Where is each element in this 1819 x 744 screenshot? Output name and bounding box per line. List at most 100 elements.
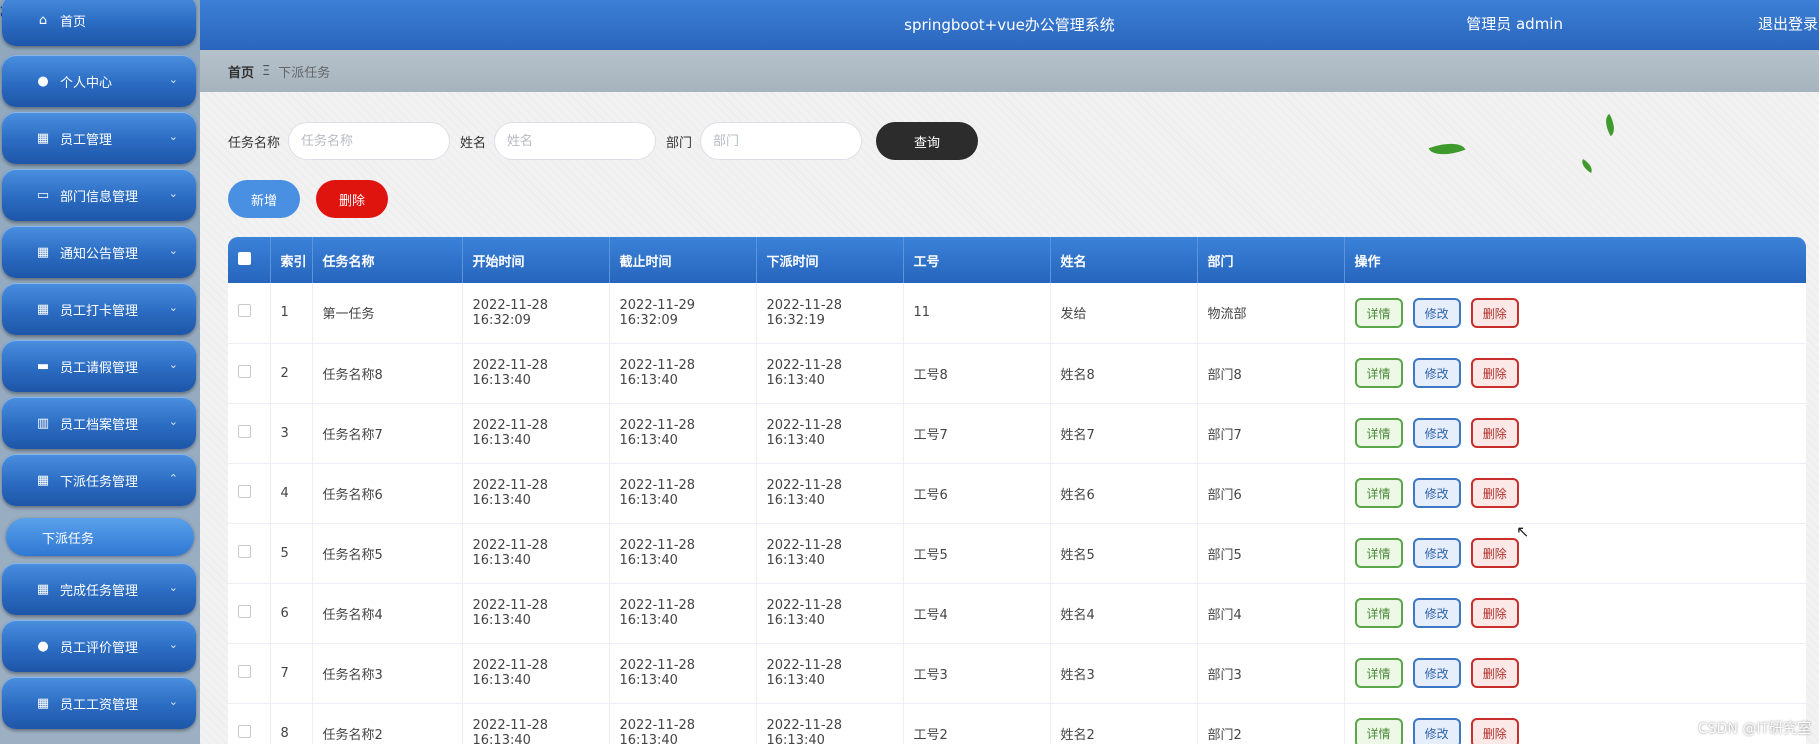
detail-button[interactable]: 详情 [1354, 718, 1403, 744]
row-checkbox[interactable] [238, 664, 251, 678]
sidebar: 亭 ⌂ 首页 ● 个人中心 ⌄ ▦ 员工管理 ⌄ ▭ 部门信息管理 ⌄ ▦ 通知… [0, 0, 200, 744]
delete-button[interactable]: 删除 [1470, 538, 1519, 568]
sidebar-item-label: 个人中心 [60, 75, 113, 91]
sidebar-item-personal-center[interactable]: ● 个人中心 ⌄ [2, 55, 196, 107]
chevron-down-icon: ⌄ [168, 581, 178, 594]
row-select-cell[interactable] [228, 703, 271, 744]
sidebar-item-notice[interactable]: ▦ 通知公告管理 ⌄ [2, 226, 196, 278]
dept-input[interactable] [700, 122, 863, 160]
top-header: springboot+vue办公管理系统 管理员 admin 退出登录 [200, 0, 1819, 50]
sidebar-item-label: 首页 [60, 14, 87, 30]
column-header: 操作 [1344, 237, 1806, 283]
detail-button[interactable]: 详情 [1354, 658, 1403, 688]
operation-cell: 详情 修改 删除 [1344, 403, 1806, 463]
sidebar-item-clock-in[interactable]: ▦ 员工打卡管理 ⌄ [2, 283, 196, 335]
row-select-cell[interactable] [228, 643, 271, 703]
chevron-down-icon: ⌄ [168, 415, 178, 428]
edit-button[interactable]: 修改 [1412, 297, 1461, 328]
row-checkbox[interactable] [238, 604, 251, 618]
edit-button[interactable]: 修改 [1412, 478, 1461, 508]
detail-button[interactable]: 详情 [1354, 478, 1403, 508]
select-all-cell[interactable] [228, 237, 271, 283]
cell-name: 姓名2 [1050, 703, 1198, 744]
row-select-cell[interactable] [228, 463, 271, 523]
delete-button[interactable]: 删除 [1470, 297, 1519, 328]
select-all-checkbox[interactable] [238, 251, 251, 265]
sidebar-item-home[interactable]: ⌂ 首页 [2, 0, 196, 46]
grid-icon: ▦ [36, 130, 50, 146]
sidebar-item-label: 下派任务管理 [60, 474, 139, 490]
cell-name: 姓名5 [1050, 523, 1198, 583]
cell-task: 任务名称7 [312, 403, 463, 463]
delete-button[interactable]: 删除 [1470, 658, 1519, 688]
row-checkbox[interactable] [238, 544, 251, 558]
task-name-input[interactable] [288, 122, 451, 160]
grid-icon: ▦ [36, 301, 50, 317]
edit-button[interactable]: 修改 [1412, 658, 1461, 688]
cell-end: 2022-11-28 16:13:40 [609, 403, 757, 463]
cell-dept: 部门6 [1197, 463, 1345, 523]
sidebar-item-assign-task[interactable]: ▦ 下派任务管理 ⌃ [2, 454, 196, 506]
chart-icon: ▥ [36, 415, 50, 431]
row-select-cell[interactable] [228, 523, 271, 583]
sidebar-item-leave[interactable]: ▬ 员工请假管理 ⌄ [2, 340, 196, 392]
grid-icon: ▦ [36, 244, 50, 260]
dept-label: 部门 [666, 135, 693, 151]
sidebar-item-employee[interactable]: ▦ 员工管理 ⌄ [2, 112, 196, 164]
mouse-cursor-icon: ↖ [1516, 522, 1530, 541]
chevron-down-icon: ⌄ [168, 695, 178, 708]
breadcrumb-home[interactable]: 首页 [228, 62, 254, 81]
cell-dept: 部门5 [1197, 523, 1345, 583]
row-select-cell[interactable] [228, 403, 271, 463]
edit-button[interactable]: 修改 [1412, 358, 1461, 388]
edit-button[interactable]: 修改 [1412, 418, 1461, 448]
breadcrumb: 首页 Ξ 下派任务 [200, 50, 1819, 92]
sidebar-item-label: 部门信息管理 [60, 189, 139, 205]
delete-button[interactable]: 删除 [1470, 478, 1519, 508]
cell-start: 2022-11-28 16:32:09 [462, 283, 610, 343]
cell-emp_no: 工号4 [903, 583, 1051, 643]
delete-button[interactable]: 删除 [1470, 718, 1519, 744]
edit-button[interactable]: 修改 [1412, 598, 1461, 628]
cell-name: 姓名3 [1050, 643, 1198, 703]
batch-delete-button[interactable]: 删除 [316, 180, 388, 218]
table-row: 6 任务名称4 2022-11-28 16:13:40 2022-11-28 16:1… [228, 583, 1806, 643]
query-button[interactable]: 查询 [876, 122, 979, 160]
row-checkbox[interactable] [238, 364, 251, 378]
detail-button[interactable]: 详情 [1354, 358, 1403, 388]
row-select-cell[interactable] [228, 583, 271, 643]
delete-button[interactable]: 删除 [1470, 598, 1519, 628]
delete-button[interactable]: 删除 [1470, 418, 1519, 448]
cell-task: 第一任务 [312, 283, 463, 343]
name-input[interactable] [494, 122, 657, 160]
row-checkbox[interactable] [238, 424, 251, 438]
detail-button[interactable]: 详情 [1354, 418, 1403, 448]
add-button[interactable]: 新增 [228, 180, 300, 218]
row-checkbox[interactable] [238, 724, 251, 738]
detail-button[interactable]: 详情 [1354, 598, 1403, 628]
user-icon: ● [37, 638, 49, 654]
edit-button[interactable]: 修改 [1412, 538, 1461, 568]
row-select-cell[interactable] [228, 283, 271, 343]
row-checkbox[interactable] [238, 304, 251, 318]
delete-button[interactable]: 删除 [1470, 358, 1519, 388]
logout-link[interactable]: 退出登录 [1758, 13, 1818, 34]
sidebar-subitem-assign-task[interactable]: 下派任务 [6, 518, 194, 556]
cell-end: 2022-11-28 16:13:40 [609, 643, 757, 703]
sidebar-item-salary[interactable]: ▦ 员工工资管理 ⌄ [2, 677, 196, 729]
row-checkbox[interactable] [238, 484, 251, 498]
name-label: 姓名 [460, 135, 487, 151]
cell-start: 2022-11-28 16:13:40 [462, 463, 610, 523]
sidebar-item-finished-task[interactable]: ▦ 完成任务管理 ⌄ [2, 563, 196, 615]
sidebar-item-archive[interactable]: ▥ 员工档案管理 ⌄ [2, 397, 196, 449]
cell-assigned: 2022-11-28 16:13:40 [756, 403, 904, 463]
sidebar-item-department[interactable]: ▭ 部门信息管理 ⌄ [2, 169, 196, 221]
cell-start: 2022-11-28 16:13:40 [462, 703, 610, 744]
operation-cell: 详情 修改 删除 [1344, 643, 1806, 703]
row-select-cell[interactable] [228, 343, 271, 403]
detail-button[interactable]: 详情 [1354, 538, 1403, 568]
sidebar-item-evaluation[interactable]: ● 员工评价管理 ⌄ [2, 620, 196, 672]
edit-button[interactable]: 修改 [1412, 718, 1461, 744]
grid-icon: ▦ [36, 581, 50, 597]
detail-button[interactable]: 详情 [1354, 297, 1403, 328]
